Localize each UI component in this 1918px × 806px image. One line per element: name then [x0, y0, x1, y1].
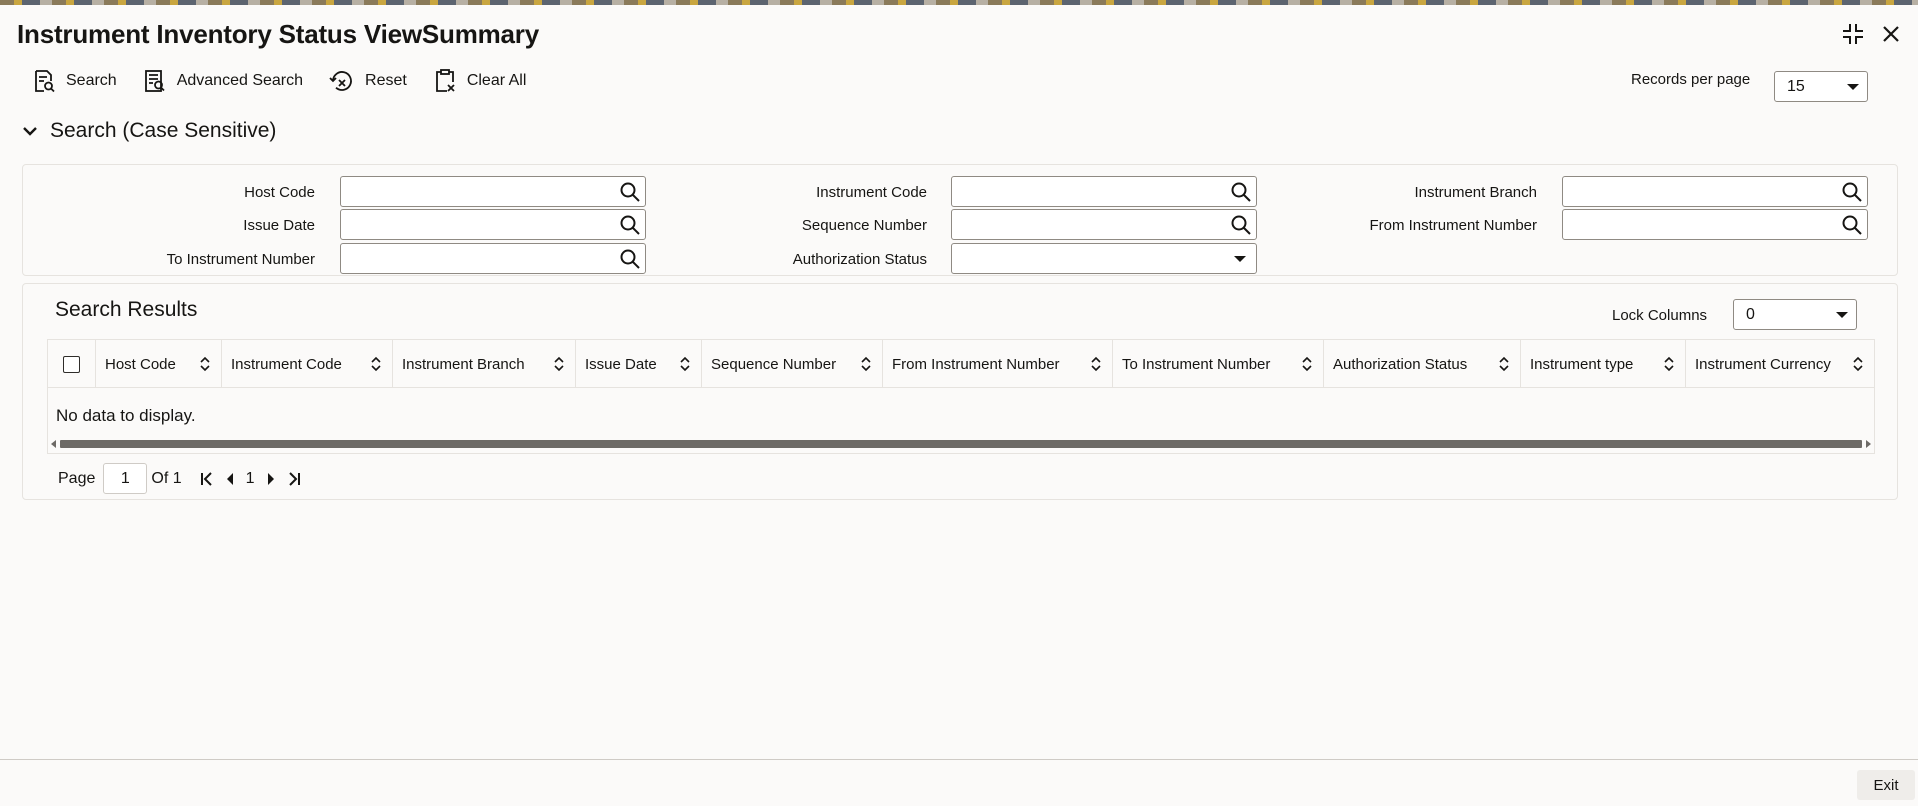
sort-icon[interactable] — [1663, 356, 1675, 372]
summary-window: Instrument Inventory Status ViewSummary … — [0, 5, 1918, 806]
sort-icon[interactable] — [1852, 356, 1864, 372]
chevron-down-icon — [23, 127, 37, 136]
sort-icon[interactable] — [1301, 356, 1313, 372]
search-icon[interactable] — [619, 181, 641, 203]
search-icon[interactable] — [1230, 181, 1252, 203]
column-header-instrument-currency[interactable]: Instrument Currency — [1686, 340, 1874, 388]
column-header-from-instrument-number[interactable]: From Instrument Number — [883, 340, 1113, 388]
to-instrument-number-input[interactable] — [340, 243, 646, 274]
chevron-down-icon — [1847, 84, 1859, 90]
page-title: Instrument Inventory Status ViewSummary — [17, 19, 539, 49]
advanced-search-button[interactable]: Advanced Search — [143, 69, 303, 93]
instrument-branch-label: Instrument Branch — [1414, 184, 1537, 201]
first-page-icon[interactable] — [194, 471, 220, 487]
maximize-icon[interactable] — [1840, 21, 1866, 47]
lock-columns-select[interactable]: 0 — [1733, 299, 1857, 330]
search-button[interactable]: Search — [32, 69, 117, 93]
from-instrument-number-input[interactable] — [1562, 209, 1868, 240]
lock-columns-label: Lock Columns — [1612, 307, 1708, 324]
page-of-label: Of 1 — [151, 469, 182, 487]
close-icon[interactable] — [1878, 21, 1904, 47]
results-title: Search Results — [55, 298, 198, 321]
horizontal-scrollbar[interactable] — [48, 436, 1874, 452]
exit-button[interactable]: Exit — [1857, 770, 1915, 800]
sort-icon[interactable] — [679, 356, 691, 372]
current-page-number[interactable]: 1 — [246, 470, 255, 488]
search-icon[interactable] — [1841, 214, 1863, 236]
from-instrument-number-label: From Instrument Number — [1369, 217, 1537, 234]
issue-date-input[interactable] — [340, 209, 646, 240]
sort-icon[interactable] — [199, 356, 211, 372]
column-header-sequence-number[interactable]: Sequence Number — [702, 340, 883, 388]
column-header-issue-date[interactable]: Issue Date — [576, 340, 702, 388]
column-header-instrument-code[interactable]: Instrument Code — [222, 340, 393, 388]
issue-date-label: Issue Date — [243, 217, 315, 234]
column-header-instrument-branch[interactable]: Instrument Branch — [393, 340, 576, 388]
column-header-instrument-type[interactable]: Instrument type — [1521, 340, 1686, 388]
search-criteria-panel: Host Code Issue Date To Instrument Numbe… — [22, 164, 1898, 276]
select-all-checkbox[interactable] — [63, 355, 80, 373]
results-table: Host Code Instrument Code Instrument Bra… — [47, 339, 1875, 454]
search-doc-icon — [35, 70, 55, 93]
sort-icon[interactable] — [553, 356, 565, 372]
scrollbar-thumb[interactable] — [60, 440, 1862, 448]
pagination: Page 1 Of 1 1 — [58, 463, 307, 494]
clear-all-icon — [435, 69, 455, 92]
search-results-panel: Search Results Lock Columns 0 Host Code … — [22, 283, 1898, 500]
records-per-page-select[interactable]: 15 — [1774, 71, 1868, 102]
page-label: Page — [58, 469, 96, 487]
sequence-number-label: Sequence Number — [801, 217, 927, 234]
scroll-right-icon[interactable] — [1866, 440, 1871, 448]
to-instrument-number-label: To Instrument Number — [166, 251, 315, 268]
reset-icon — [329, 71, 352, 91]
scroll-left-icon[interactable] — [51, 440, 56, 448]
search-icon[interactable] — [619, 248, 641, 270]
toolbar: Search Advanced Search Reset Clear All — [32, 69, 526, 93]
instrument-branch-input[interactable] — [1562, 176, 1868, 207]
select-all-cell — [48, 340, 96, 388]
sort-icon[interactable] — [370, 356, 382, 372]
authorization-status-select[interactable] — [951, 243, 1257, 274]
search-icon[interactable] — [619, 214, 641, 236]
chevron-down-icon — [1234, 256, 1246, 262]
column-header-authorization-status[interactable]: Authorization Status — [1324, 340, 1521, 388]
table-header-row: Host Code Instrument Code Instrument Bra… — [48, 340, 1874, 388]
sequence-number-input[interactable] — [951, 209, 1257, 240]
column-header-host-code[interactable]: Host Code — [96, 340, 222, 388]
window-controls — [1840, 21, 1904, 47]
authorization-status-label: Authorization Status — [792, 251, 927, 268]
sort-icon[interactable] — [1498, 356, 1510, 372]
next-page-icon[interactable] — [261, 472, 281, 486]
sort-icon[interactable] — [860, 356, 872, 372]
host-code-label: Host Code — [244, 184, 315, 201]
reset-button[interactable]: Reset — [329, 69, 407, 93]
instrument-code-input[interactable] — [951, 176, 1257, 207]
search-section-toggle[interactable]: Search (Case Sensitive) — [22, 119, 276, 143]
empty-table-message: No data to display. — [56, 406, 196, 425]
clear-all-button[interactable]: Clear All — [433, 69, 526, 93]
chevron-down-icon — [1836, 312, 1848, 318]
footer-divider — [0, 759, 1918, 760]
sort-icon[interactable] — [1090, 356, 1102, 372]
search-icon[interactable] — [1841, 181, 1863, 203]
column-header-to-instrument-number[interactable]: To Instrument Number — [1113, 340, 1324, 388]
page-number-input[interactable]: 1 — [103, 463, 148, 494]
advanced-search-icon — [144, 70, 165, 92]
host-code-input[interactable] — [340, 176, 646, 207]
last-page-icon[interactable] — [281, 471, 307, 487]
search-icon[interactable] — [1230, 214, 1252, 236]
instrument-code-label: Instrument Code — [816, 184, 927, 201]
previous-page-icon[interactable] — [220, 472, 240, 486]
records-per-page-label: Records per page — [1631, 71, 1751, 88]
